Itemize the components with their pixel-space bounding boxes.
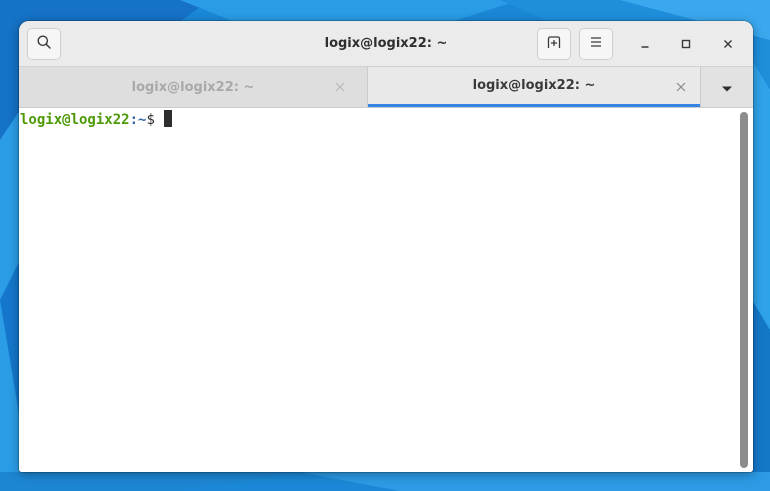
search-icon: [36, 34, 52, 54]
close-icon: [676, 82, 686, 92]
hamburger-menu-icon: [588, 34, 604, 54]
minimize-button[interactable]: [633, 32, 657, 56]
close-icon: [722, 35, 734, 54]
text-cursor: [163, 110, 172, 127]
prompt-line: logix@logix22:~$: [20, 110, 172, 129]
terminal-window: logix@logix22: ~ logix@logix22: ~ logix@…: [19, 21, 753, 472]
tab-close-button[interactable]: [333, 80, 347, 94]
tab-close-button[interactable]: [674, 80, 688, 94]
maximize-button[interactable]: [674, 32, 698, 56]
minimize-icon: [639, 35, 651, 54]
tab-inactive[interactable]: logix@logix22: ~: [19, 67, 368, 107]
prompt-user: logix@logix22: [20, 112, 130, 128]
prompt-colon: :: [129, 112, 139, 128]
scrollbar[interactable]: [740, 112, 748, 468]
main-menu-button[interactable]: [579, 28, 613, 60]
headerbar: logix@logix22: ~: [19, 21, 753, 67]
maximize-icon: [680, 35, 692, 54]
prompt-symbol: $: [146, 112, 155, 128]
close-button[interactable]: [716, 32, 740, 56]
new-tab-icon: [546, 34, 562, 54]
tab-bar: logix@logix22: ~ logix@logix22: ~: [19, 67, 753, 108]
new-tab-button[interactable]: [537, 28, 571, 60]
tab-list-menu-button[interactable]: [700, 67, 753, 107]
tab-active[interactable]: logix@logix22: ~: [368, 67, 700, 107]
search-button[interactable]: [27, 28, 61, 60]
tab-label: logix@logix22: ~: [472, 78, 596, 93]
close-icon: [335, 82, 345, 92]
tab-label: logix@logix22: ~: [131, 79, 255, 95]
dropdown-arrow-icon: [721, 78, 733, 97]
terminal-area[interactable]: logix@logix22:~$: [19, 108, 753, 472]
